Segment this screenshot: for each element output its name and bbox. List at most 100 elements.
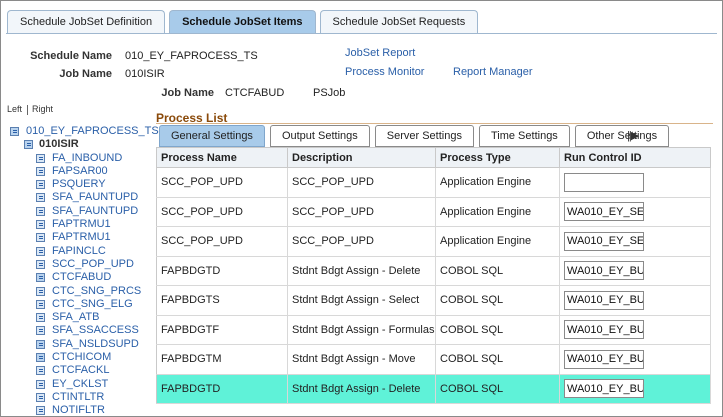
- table-row[interactable]: SCC_POP_UPD SCC_POP_UPD Application Engine: [156, 167, 711, 198]
- process-icon: [36, 233, 45, 243]
- description-cell: Stdnt Bdgt Assign - Select: [287, 285, 436, 316]
- tree-item-label[interactable]: CTCFABUD: [52, 271, 111, 284]
- process-icon: [36, 180, 45, 190]
- run-control-id-input[interactable]: [564, 261, 644, 281]
- tree-item-label[interactable]: CTCHICOM: [52, 351, 111, 364]
- tab-schedule-jobset-definition[interactable]: Schedule JobSet Definition: [7, 10, 166, 34]
- table-row[interactable]: FAPBDGTM Stdnt Bdgt Assign - Move COBOL SQ…: [156, 344, 711, 375]
- run-control-id-input[interactable]: [564, 231, 644, 251]
- process-type-cell: COBOL SQL: [435, 344, 560, 375]
- tree-item-label[interactable]: CTINTLTR: [52, 391, 104, 404]
- report-manager-link[interactable]: Report Manager: [453, 66, 533, 78]
- process-grid: Process Name Description Process Type Ru…: [156, 147, 711, 404]
- process-icon: [36, 166, 45, 176]
- run-control-id-input[interactable]: [564, 172, 644, 192]
- tree-item-label[interactable]: FAPSAR00: [52, 165, 108, 178]
- jobset-report-link[interactable]: JobSet Report: [345, 47, 415, 59]
- tree-item[interactable]: FAPINCLC: [8, 245, 156, 258]
- tree-item-label[interactable]: FAPTRMU1: [52, 231, 111, 244]
- tree-item[interactable]: FAPTRMU1: [8, 231, 156, 244]
- tree-job[interactable]: 010ISIR: [8, 138, 156, 151]
- tree-item-label[interactable]: FAPINCLC: [52, 245, 106, 258]
- tree-root-label[interactable]: 010_EY_FAPROCESS_TS: [26, 125, 159, 138]
- process-type-cell: COBOL SQL: [435, 256, 560, 286]
- table-row[interactable]: SCC_POP_UPD SCC_POP_UPD Application Engine: [156, 197, 711, 227]
- tree-item[interactable]: FAPSAR00: [8, 165, 156, 178]
- col-process-type: Process Type: [435, 147, 560, 168]
- tab-schedule-jobset-requests[interactable]: Schedule JobSet Requests: [319, 10, 479, 34]
- tree-item[interactable]: SFA_FAUNTUPD: [8, 205, 156, 218]
- tab-other-settings[interactable]: Other Settings: [574, 125, 670, 147]
- tree-item-label[interactable]: FA_INBOUND: [52, 152, 122, 165]
- process-name-cell: FAPBDGTD: [156, 374, 288, 404]
- tree-item-label[interactable]: SCC_POP_UPD: [52, 258, 134, 271]
- table-row[interactable]: FAPBDGTS Stdnt Bdgt Assign - Select COBOL …: [156, 285, 711, 316]
- tree-item[interactable]: CTCHICOM: [8, 351, 156, 364]
- table-row[interactable]: FAPBDGTD Stdnt Bdgt Assign - Delete COBOL …: [156, 374, 711, 404]
- tree-item[interactable]: FA_INBOUND: [8, 152, 156, 165]
- process-icon: [36, 153, 45, 163]
- tree-item-label[interactable]: CTC_SNG_PRCS: [52, 285, 141, 298]
- job-name-label: Job Name: [59, 68, 112, 80]
- process-icon: [36, 220, 45, 230]
- table-row[interactable]: FAPBDGTF Stdnt Bdgt Assign - Formulas COBO…: [156, 315, 711, 345]
- tree-item[interactable]: SCC_POP_UPD: [8, 258, 156, 271]
- tree-item[interactable]: CTCFACKL: [8, 364, 156, 377]
- tree-root[interactable]: 010_EY_FAPROCESS_TS: [8, 125, 159, 138]
- left-button[interactable]: Left: [7, 104, 22, 114]
- tree-item[interactable]: SFA_FAUNTUPD: [8, 191, 156, 204]
- run-control-id-input[interactable]: [564, 202, 644, 222]
- process-icon: [36, 246, 45, 256]
- run-control-id-input[interactable]: [564, 290, 644, 310]
- tree-item[interactable]: PSQUERY: [8, 178, 156, 191]
- job-icon: [36, 339, 45, 349]
- tree-item[interactable]: EY_CKLST: [8, 378, 156, 391]
- run-control-id-input[interactable]: [564, 379, 644, 399]
- sub-job-name-value: CTCFABUD: [225, 87, 285, 99]
- tree-item-label[interactable]: SFA_SSACCESS: [52, 324, 139, 337]
- tree-item[interactable]: SFA_SSACCESS: [8, 324, 156, 337]
- process-type-cell: Application Engine: [435, 167, 560, 198]
- description-cell: SCC_POP_UPD: [287, 197, 436, 227]
- process-icon: [36, 379, 45, 389]
- show-all-columns-icon[interactable]: ||▶: [627, 129, 639, 142]
- process-monitor-link[interactable]: Process Monitor: [345, 66, 424, 78]
- tree-item-label[interactable]: PSQUERY: [52, 178, 106, 191]
- run-control-id-input[interactable]: [564, 320, 644, 340]
- tree-item-label[interactable]: SFA_FAUNTUPD: [52, 191, 138, 204]
- tab-output-settings[interactable]: Output Settings: [269, 125, 370, 147]
- process-name-cell: FAPBDGTF: [156, 315, 288, 345]
- tree-item-label[interactable]: NOTIFLTR: [52, 404, 105, 417]
- divider: [27, 104, 29, 115]
- tree-item-label[interactable]: SFA_NSLDSUPD: [52, 338, 139, 351]
- col-description: Description: [287, 147, 436, 168]
- tree-item[interactable]: SFA_ATB: [8, 311, 156, 324]
- tab-server-settings[interactable]: Server Settings: [374, 125, 474, 147]
- process-type-cell: COBOL SQL: [435, 285, 560, 316]
- run-control-id-input[interactable]: [564, 349, 644, 369]
- run-control-cell: [559, 285, 711, 316]
- tree-item[interactable]: CTINTLTR: [8, 391, 156, 404]
- tab-time-settings[interactable]: Time Settings: [478, 125, 570, 147]
- process-icon: [36, 299, 45, 309]
- tree-item-label[interactable]: SFA_ATB: [52, 311, 99, 324]
- table-row[interactable]: SCC_POP_UPD SCC_POP_UPD Application Engine: [156, 226, 711, 257]
- tree-item-label[interactable]: CTCFACKL: [52, 364, 109, 377]
- tree-item[interactable]: NOTIFLTR: [8, 404, 156, 417]
- tree-item[interactable]: SFA_NSLDSUPD: [8, 338, 156, 351]
- tree-item[interactable]: CTCFABUD: [8, 271, 156, 284]
- tree-item-label[interactable]: FAPTRMU1: [52, 218, 111, 231]
- tab-general-settings[interactable]: General Settings: [159, 125, 265, 147]
- jobset-tree: 010_EY_FAPROCESS_TS 010ISIR FA_INBOUND FA…: [8, 125, 159, 417]
- tree-item-label[interactable]: CTC_SNG_ELG: [52, 298, 133, 311]
- tree-item-label[interactable]: SFA_FAUNTUPD: [52, 205, 138, 218]
- run-control-cell: [559, 167, 711, 198]
- tab-schedule-jobset-items[interactable]: Schedule JobSet Items: [169, 10, 316, 34]
- tree-item[interactable]: CTC_SNG_ELG: [8, 298, 156, 311]
- tree-item-label[interactable]: EY_CKLST: [52, 378, 108, 391]
- tree-item[interactable]: CTC_SNG_PRCS: [8, 285, 156, 298]
- tree-item[interactable]: FAPTRMU1: [8, 218, 156, 231]
- table-row[interactable]: FAPBDGTD Stdnt Bdgt Assign - Delete COBOL …: [156, 256, 711, 286]
- description-cell: Stdnt Bdgt Assign - Delete: [287, 374, 436, 404]
- right-button[interactable]: Right: [32, 104, 53, 114]
